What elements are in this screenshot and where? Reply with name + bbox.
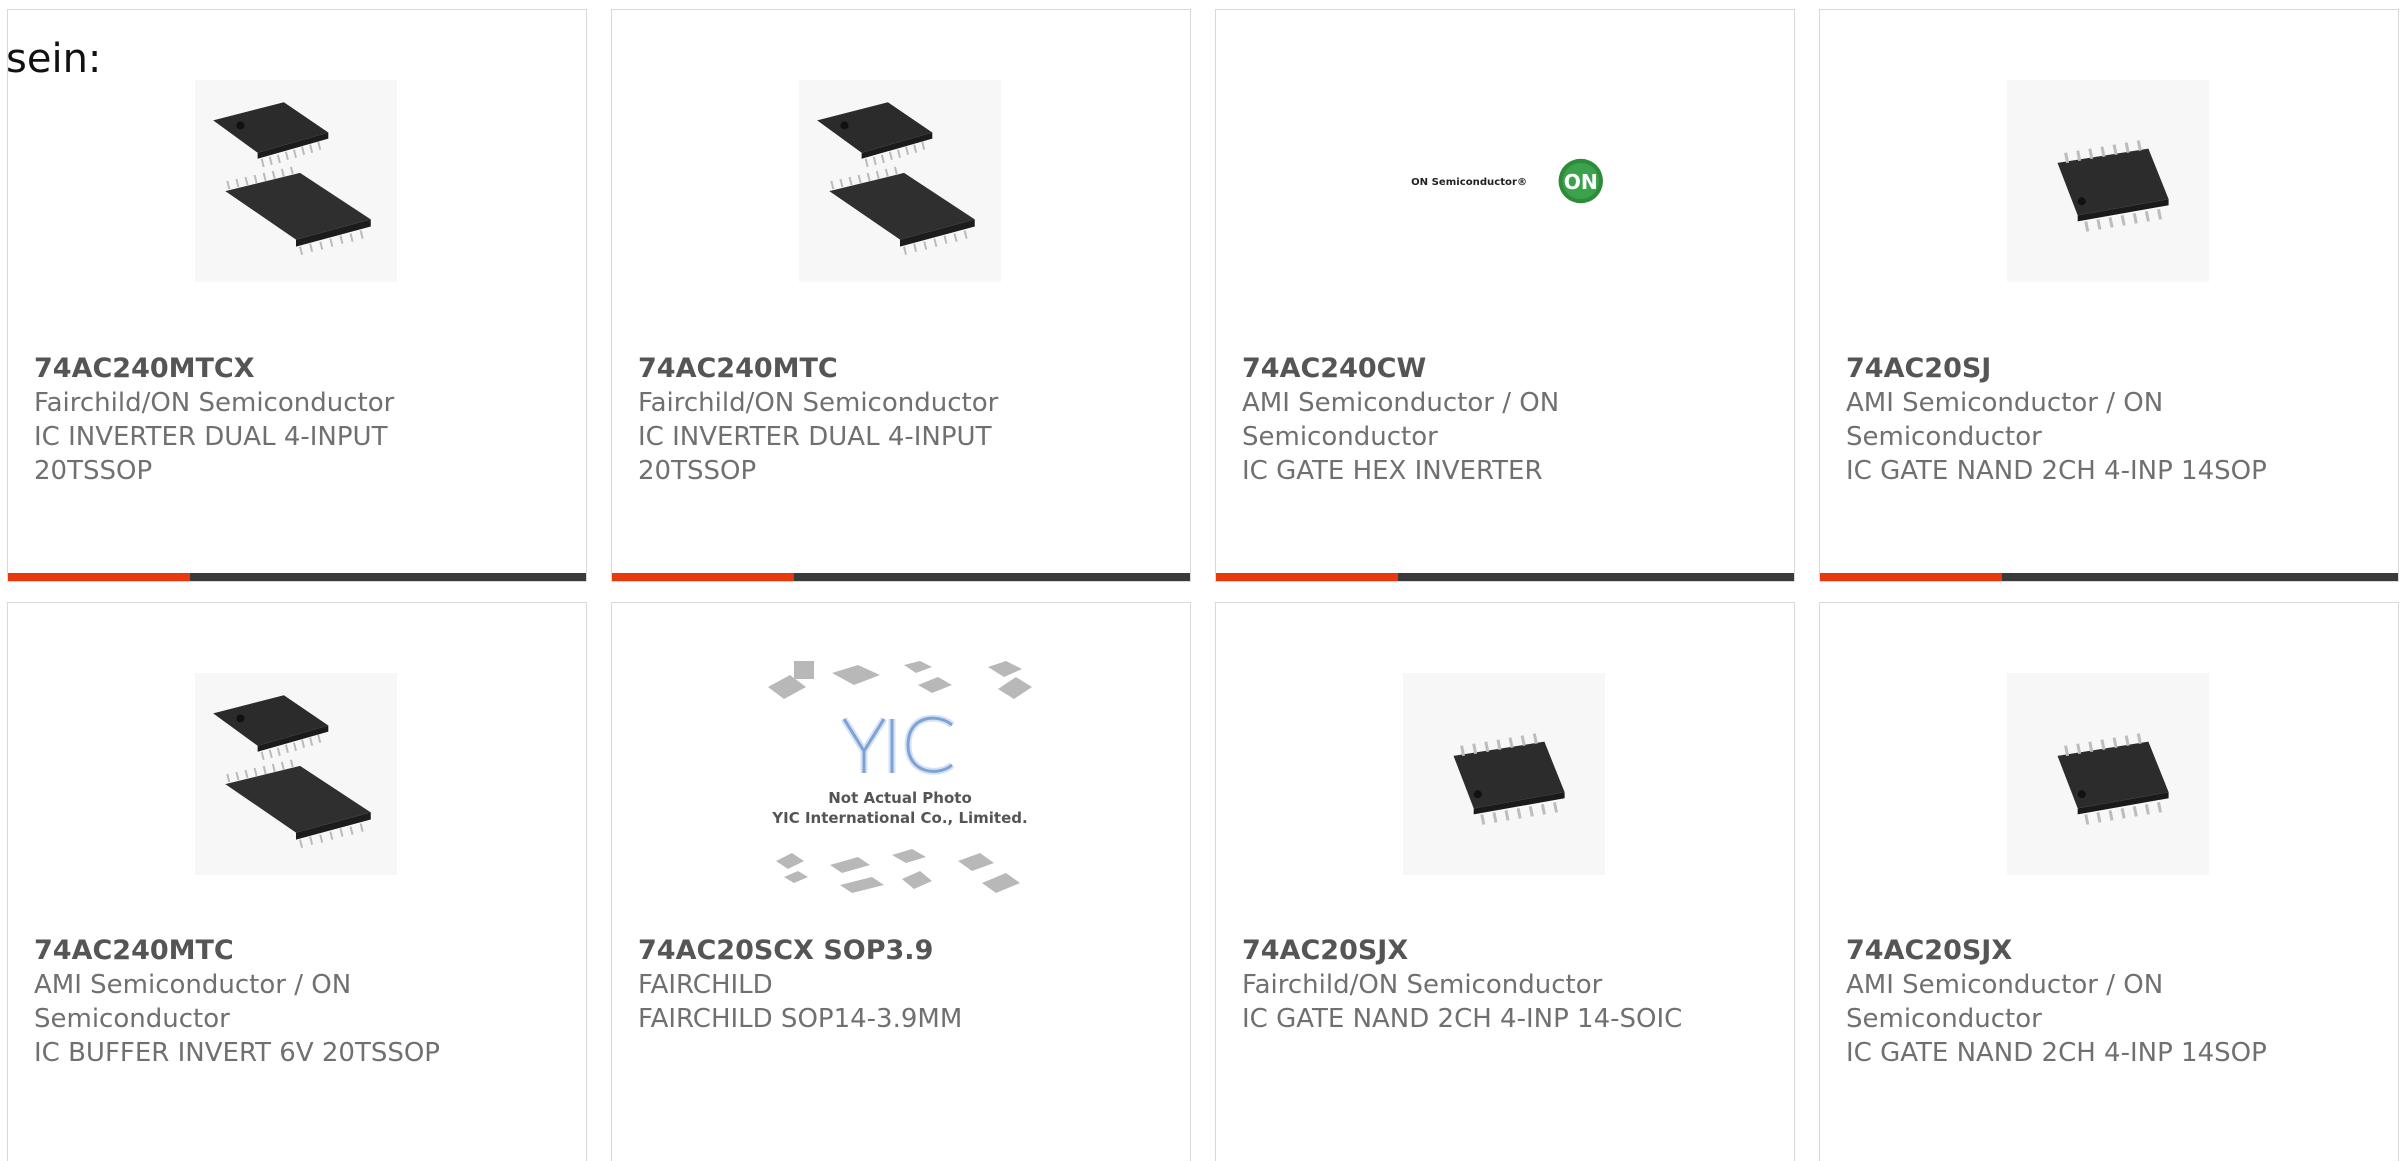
- logo-badge-text: ON: [1564, 170, 1598, 194]
- product-card[interactable]: ON Semiconductor® ON 74AC240CW AMI Semic…: [1215, 9, 1795, 582]
- product-info: 74AC20SJX Fairchild/ON Semiconductor IC …: [1242, 934, 1692, 1036]
- product-card[interactable]: 74AC240MTC Fairchild/ON Semiconductor IC…: [611, 9, 1191, 582]
- placeholder-company: YIC International Co., Limited.: [771, 809, 1027, 827]
- description: IC GATE NAND 2CH 4-INP 14SOP: [1846, 456, 2267, 486]
- card-accent-bar: [612, 573, 794, 581]
- manufacturer: AMI Semiconductor / ON Semiconductor: [1242, 388, 1560, 452]
- product-image[interactable]: ON Semiconductor® ON: [1403, 80, 1605, 282]
- part-number[interactable]: 74AC20SJ: [1846, 352, 2296, 386]
- logo-text: ON Semiconductor®: [1411, 177, 1527, 188]
- product-info: 74AC20SCX SOP3.9 FAIRCHILD FAIRCHILD SOP…: [638, 934, 1088, 1036]
- sop-chip-icon: [2057, 140, 2169, 232]
- card-bottom-bar: [1216, 573, 1794, 581]
- product-info: 74AC20SJ AMI Semiconductor / ON Semicond…: [1846, 352, 2296, 488]
- description: IC GATE NAND 2CH 4-INP 14SOP: [1846, 1038, 2267, 1068]
- sop-chip-icon: [1453, 733, 1565, 825]
- description: IC INVERTER DUAL 4-INPUT 20TSSOP: [638, 422, 992, 486]
- manufacturer: Fairchild/ON Semiconductor: [638, 388, 999, 418]
- product-info: 74AC240CW AMI Semiconductor / ON Semicon…: [1242, 352, 1692, 488]
- description: IC INVERTER DUAL 4-INPUT 20TSSOP: [34, 422, 388, 486]
- product-grid: 74AC240MTCX Fairchild/ON Semiconductor I…: [7, 9, 2399, 1161]
- product-image[interactable]: [1403, 673, 1605, 875]
- manufacturer: FAIRCHILD: [638, 970, 773, 1000]
- tssop-chip-icon: [817, 102, 975, 255]
- lead-text: sein:: [6, 36, 102, 82]
- product-card[interactable]: 74AC20SJX AMI Semiconductor / ON Semicon…: [1819, 602, 2399, 1161]
- product-listing-page: sein: 74AC240MTCX Fairchild/ON Semicondu…: [0, 0, 2400, 1161]
- product-image[interactable]: [2007, 80, 2209, 282]
- part-number[interactable]: 74AC240MTCX: [34, 352, 484, 386]
- product-card[interactable]: 74AC20SJ AMI Semiconductor / ON Semicond…: [1819, 9, 2399, 582]
- description: IC BUFFER INVERT 6V 20TSSOP: [34, 1038, 440, 1068]
- sop-chip-icon: [2057, 733, 2169, 825]
- card-accent-bar: [1820, 573, 2002, 581]
- product-image[interactable]: [195, 80, 397, 282]
- manufacturer: AMI Semiconductor / ON Semiconductor: [34, 970, 352, 1034]
- product-image[interactable]: [195, 673, 397, 875]
- product-card[interactable]: 74AC20SJX Fairchild/ON Semiconductor IC …: [1215, 602, 1795, 1161]
- product-card[interactable]: 74AC240MTCX Fairchild/ON Semiconductor I…: [7, 9, 587, 582]
- yic-placeholder-icon: Not Actual Photo YIC International Co., …: [768, 661, 1032, 893]
- product-info: 74AC240MTC AMI Semiconductor / ON Semico…: [34, 934, 484, 1070]
- product-image[interactable]: Not Actual Photo YIC International Co., …: [762, 655, 1038, 905]
- part-number[interactable]: 74AC240MTC: [638, 352, 1088, 386]
- manufacturer: AMI Semiconductor / ON Semiconductor: [1846, 970, 2164, 1034]
- product-card[interactable]: 74AC240MTC AMI Semiconductor / ON Semico…: [7, 602, 587, 1161]
- card-bottom-bar: [612, 573, 1190, 581]
- part-number[interactable]: 74AC20SJX: [1846, 934, 2296, 968]
- tssop-chip-icon: [213, 695, 371, 848]
- card-bottom-bar: [1820, 573, 2398, 581]
- part-number[interactable]: 74AC240CW: [1242, 352, 1692, 386]
- placeholder-note: Not Actual Photo: [828, 789, 972, 807]
- part-number[interactable]: 74AC240MTC: [34, 934, 484, 968]
- tssop-chip-icon: [213, 102, 371, 255]
- part-number[interactable]: 74AC20SJX: [1242, 934, 1692, 968]
- product-image[interactable]: [2007, 673, 2209, 875]
- manufacturer: Fairchild/ON Semiconductor: [1242, 970, 1603, 1000]
- product-image[interactable]: [799, 80, 1001, 282]
- product-info: 74AC20SJX AMI Semiconductor / ON Semicon…: [1846, 934, 2296, 1070]
- product-card[interactable]: Not Actual Photo YIC International Co., …: [611, 602, 1191, 1161]
- product-info: 74AC240MTC Fairchild/ON Semiconductor IC…: [638, 352, 1088, 488]
- manufacturer: AMI Semiconductor / ON Semiconductor: [1846, 388, 2164, 452]
- description: FAIRCHILD SOP14-3.9MM: [638, 1004, 963, 1034]
- card-accent-bar: [1216, 573, 1398, 581]
- on-semiconductor-logo-icon: ON Semiconductor® ON: [1411, 158, 1603, 204]
- card-bottom-bar: [8, 573, 586, 581]
- part-number[interactable]: 74AC20SCX SOP3.9: [638, 934, 1088, 968]
- description: IC GATE NAND 2CH 4-INP 14-SOIC: [1242, 1004, 1683, 1034]
- card-accent-bar: [8, 573, 190, 581]
- product-info: 74AC240MTCX Fairchild/ON Semiconductor I…: [34, 352, 484, 488]
- manufacturer: Fairchild/ON Semiconductor: [34, 388, 395, 418]
- description: IC GATE HEX INVERTER: [1242, 456, 1543, 486]
